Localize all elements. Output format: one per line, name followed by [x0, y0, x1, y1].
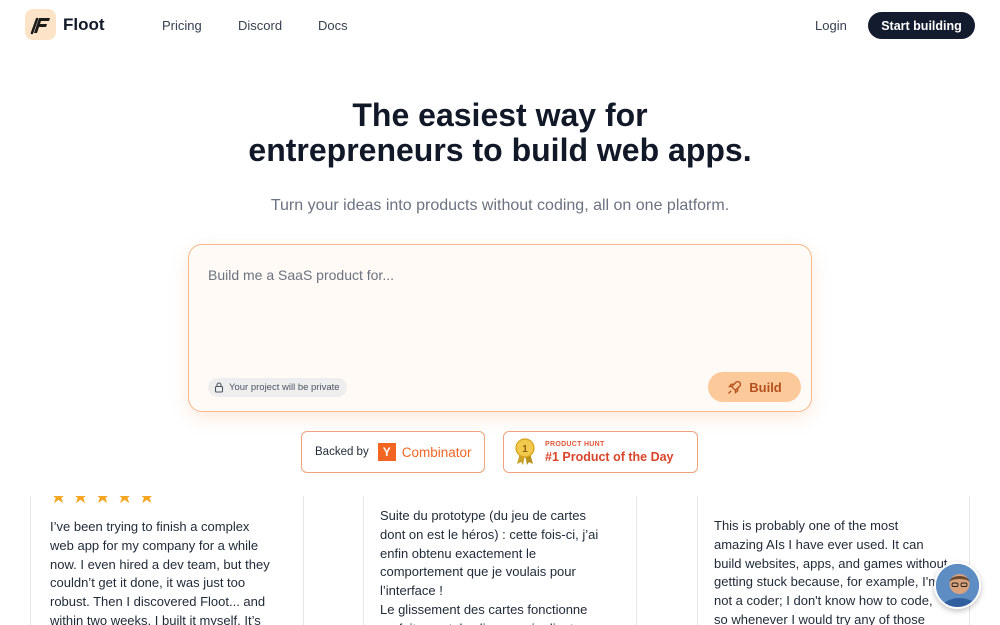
- testimonial-text: This is probably one of the most amazing…: [714, 518, 948, 625]
- floot-logo-icon: [25, 9, 56, 40]
- star-icon: ★: [94, 496, 112, 508]
- medal-number: 1: [522, 444, 528, 455]
- hero-title-line1: The easiest way for: [352, 97, 648, 133]
- hero-subtitle: Turn your ideas into products without co…: [270, 197, 730, 214]
- star-icon: ★: [72, 496, 90, 508]
- private-project-label: Your project will be private: [229, 382, 340, 393]
- hero-title-line2: entrepreneurs to build web apps.: [248, 132, 752, 168]
- brand-name: Floot: [63, 14, 105, 34]
- star-icon: ★: [50, 496, 68, 508]
- prompt-placeholder[interactable]: Build me a SaaS product for...: [208, 267, 394, 283]
- support-chat-avatar[interactable]: [934, 562, 981, 609]
- product-hunt-badge[interactable]: 1 PRODUCT HUNT #1 Product of the Day: [503, 431, 698, 473]
- testimonial-card: This is probably one of the most amazing…: [697, 496, 970, 625]
- testimonial-card: Suite du prototype (du jeu de cartes don…: [363, 496, 637, 625]
- product-of-day-label: #1 Product of the Day: [545, 449, 674, 464]
- prompt-input-box[interactable]: Build me a SaaS product for... Your proj…: [188, 244, 812, 412]
- yc-logo-icon: Y: [377, 443, 396, 461]
- testimonial-text: Suite du prototype (du jeu de cartes don…: [380, 508, 599, 625]
- star-icon: ★: [138, 496, 156, 508]
- login-link[interactable]: Login: [815, 18, 847, 33]
- build-button-label: Build: [749, 379, 782, 395]
- star-icon: ★: [116, 496, 134, 508]
- start-building-button[interactable]: Start building: [868, 12, 975, 39]
- y-combinator-badge[interactable]: Backed by Y Combinator: [301, 431, 485, 473]
- backed-by-label: Backed by: [315, 446, 369, 458]
- nav-pricing-link[interactable]: Pricing: [162, 18, 202, 33]
- testimonial-text: I’ve been trying to finish a complex web…: [50, 519, 270, 625]
- testimonial-card: ★ ★ ★ ★ ★ I’ve been trying to finish a c…: [30, 496, 304, 625]
- build-button[interactable]: Build: [708, 372, 801, 402]
- medal-icon: 1: [514, 438, 536, 466]
- brand-logo[interactable]: Floot: [25, 9, 105, 40]
- person-avatar-icon: [936, 564, 979, 607]
- top-navbar: Floot Pricing Discord Docs Login Start b…: [0, 0, 1000, 50]
- rocket-icon: [728, 380, 742, 394]
- yc-name: Combinator: [401, 444, 472, 460]
- star-rating: ★ ★ ★ ★ ★: [50, 496, 155, 507]
- product-hunt-label: PRODUCT HUNT: [545, 440, 605, 448]
- nav-discord-link[interactable]: Discord: [238, 18, 282, 33]
- private-project-pill: Your project will be private: [208, 378, 347, 397]
- nav-docs-link[interactable]: Docs: [318, 18, 348, 33]
- lock-icon: [214, 382, 224, 393]
- hero-title: The easiest way for entrepreneurs to bui…: [0, 98, 1000, 168]
